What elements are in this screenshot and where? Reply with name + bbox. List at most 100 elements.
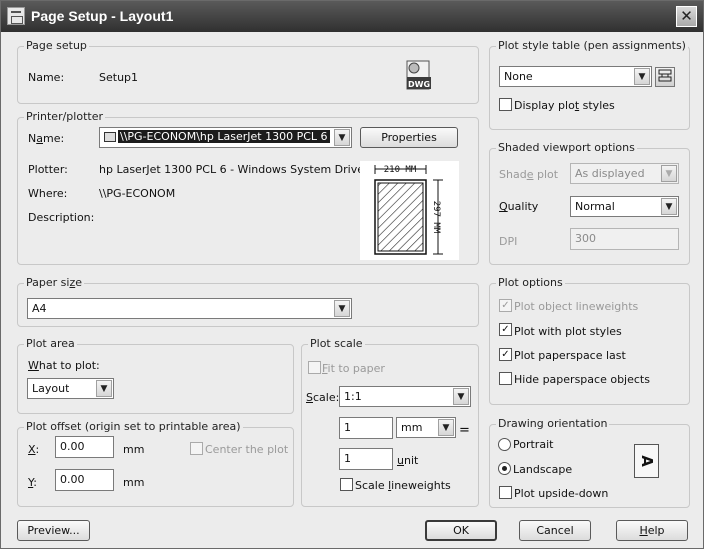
fit-to-paper-checkbox[interactable] — [308, 361, 321, 374]
pen-edit-icon[interactable] — [655, 67, 675, 87]
plot-paperspace-last-label: Plot paperspace last — [514, 349, 626, 362]
scale-lineweights-label: Scale lineweights — [355, 479, 451, 492]
plotter-label: Plotter: — [28, 163, 68, 176]
hide-paperspace-label: Hide paperspace objects — [514, 373, 650, 386]
paper-size-title: Paper size — [24, 276, 84, 289]
what-to-plot-select[interactable]: Layout ▼ — [27, 378, 114, 399]
portrait-radio[interactable] — [498, 438, 511, 451]
properties-button[interactable]: Properties — [360, 127, 458, 148]
plotter-value: hp LaserJet 1300 PCL 6 - Windows System … — [99, 163, 390, 176]
scale-unit-value: mm — [401, 421, 423, 434]
plot-options-title: Plot options — [496, 276, 565, 289]
plot-paperspace-last-checkbox[interactable]: ✓ — [499, 348, 512, 361]
page-setup-title: Page setup — [24, 39, 89, 52]
chevron-down-icon[interactable]: ▼ — [334, 129, 350, 146]
y-offset-value: 0.00 — [60, 473, 85, 486]
plot-upside-down-checkbox[interactable] — [499, 486, 512, 499]
chevron-down-icon[interactable]: ▼ — [334, 300, 350, 317]
preview-width-label: 210 MM — [384, 165, 417, 175]
quality-label: Quality — [499, 200, 539, 213]
scale-unit2-label: unit — [397, 454, 419, 467]
portrait-label: Portrait — [513, 438, 554, 451]
dpi-input[interactable]: 300 — [570, 228, 679, 250]
paper-size-value: A4 — [32, 302, 47, 315]
scale-lineweights-checkbox[interactable] — [340, 478, 353, 491]
chevron-down-icon[interactable]: ▼ — [453, 388, 469, 405]
dwg-icon: DWG — [405, 59, 433, 91]
x-offset-input[interactable]: 0.00 — [55, 436, 114, 458]
center-plot-checkbox[interactable] — [190, 442, 203, 455]
what-to-plot-label: What to plot: — [28, 359, 100, 372]
pen-table-select[interactable]: None ▼ — [499, 66, 652, 87]
plot-area-title: Plot area — [24, 337, 77, 350]
printer-name-label: Name: — [28, 132, 65, 145]
help-button[interactable]: Help — [616, 520, 688, 541]
drawing-orientation-title: Drawing orientation — [496, 417, 610, 430]
quality-value: Normal — [575, 200, 615, 213]
plot-object-lineweights-label: Plot object lineweights — [514, 300, 639, 313]
scale-value: 1:1 — [344, 390, 362, 403]
y-offset-label: Y: — [28, 476, 37, 489]
app-icon — [7, 7, 25, 25]
x-offset-label: X: — [28, 443, 40, 456]
printer-title: Printer/plotter — [24, 110, 105, 123]
preview-height-label: 297 MM — [431, 201, 441, 234]
center-plot-label: Center the plot — [205, 443, 289, 456]
orientation-preview-icon: A — [634, 444, 659, 478]
x-offset-value: 0.00 — [60, 440, 85, 453]
chevron-down-icon[interactable]: ▼ — [96, 380, 112, 397]
dpi-value: 300 — [575, 232, 596, 245]
plot-offset-title: Plot offset (origin set to printable are… — [24, 420, 243, 433]
ok-button[interactable]: OK — [425, 520, 497, 541]
shaded-viewport-title: Shaded viewport options — [496, 141, 637, 154]
equals-sign: = — [459, 423, 470, 438]
hide-paperspace-checkbox[interactable] — [499, 372, 512, 385]
title-bar: Page Setup - Layout1 ✕ — [1, 1, 703, 32]
landscape-radio[interactable] — [498, 462, 511, 475]
where-label: Where: — [28, 187, 68, 200]
plot-with-styles-label: Plot with plot styles — [514, 325, 622, 338]
close-button[interactable]: ✕ — [676, 6, 697, 27]
scale-label: Scale: — [306, 391, 340, 404]
landscape-label: Landscape — [513, 463, 573, 476]
scale-unit-select[interactable]: mm ▼ — [396, 417, 456, 438]
dwg-icon-text: DWG — [408, 80, 430, 89]
y-offset-unit: mm — [123, 476, 145, 489]
scale-num2-input[interactable]: 1 — [339, 448, 393, 470]
preview-button[interactable]: Preview... — [17, 520, 90, 541]
paper-size-select[interactable]: A4 ▼ — [27, 298, 352, 319]
page-setup-name-value: Setup1 — [99, 71, 139, 84]
page-setup-name-label: Name: — [28, 71, 65, 84]
plot-object-lineweights-checkbox[interactable]: ✓ — [499, 299, 512, 312]
dpi-label: DPI — [499, 235, 518, 248]
pen-table-value: None — [504, 70, 533, 83]
display-plot-styles-label: Display plot styles — [514, 99, 615, 112]
window-title: Page Setup - Layout1 — [31, 8, 174, 24]
quality-select[interactable]: Normal ▼ — [570, 196, 679, 217]
scale-select[interactable]: 1:1 ▼ — [339, 386, 471, 407]
shade-plot-select[interactable]: As displayed ▼ — [570, 163, 679, 184]
shade-plot-label: Shade plot — [499, 168, 559, 181]
orientation-letter: A — [637, 455, 656, 467]
y-offset-input[interactable]: 0.00 — [55, 469, 114, 491]
x-offset-unit: mm — [123, 443, 145, 456]
chevron-down-icon[interactable]: ▼ — [634, 68, 650, 85]
printer-name-value: \\PG-ECONOM\hp LaserJet 1300 PCL 6 — [118, 130, 330, 143]
scale-num2-value: 1 — [344, 452, 351, 465]
page-setup-dialog: Page Setup - Layout1 ✕ Page setup Name: … — [0, 0, 704, 549]
plot-with-styles-checkbox[interactable]: ✓ — [499, 323, 512, 336]
display-plot-styles-checkbox[interactable] — [499, 98, 512, 111]
chevron-down-icon[interactable]: ▼ — [438, 419, 454, 436]
plot-upside-down-label: Plot upside-down — [514, 487, 609, 500]
plot-scale-title: Plot scale — [308, 337, 365, 350]
scale-num1-input[interactable]: 1 — [339, 417, 393, 439]
printer-icon — [104, 132, 116, 142]
paper-preview: 210 MM 297 MM — [360, 161, 459, 260]
printer-name-select[interactable]: \\PG-ECONOM\hp LaserJet 1300 PCL 6 ▼ — [99, 127, 352, 148]
chevron-down-icon[interactable]: ▼ — [661, 165, 677, 182]
scale-num1-value: 1 — [344, 421, 351, 434]
cancel-button[interactable]: Cancel — [519, 520, 591, 541]
what-to-plot-value: Layout — [32, 382, 70, 395]
chevron-down-icon[interactable]: ▼ — [661, 198, 677, 215]
where-value: \\PG-ECONOM — [99, 187, 176, 200]
